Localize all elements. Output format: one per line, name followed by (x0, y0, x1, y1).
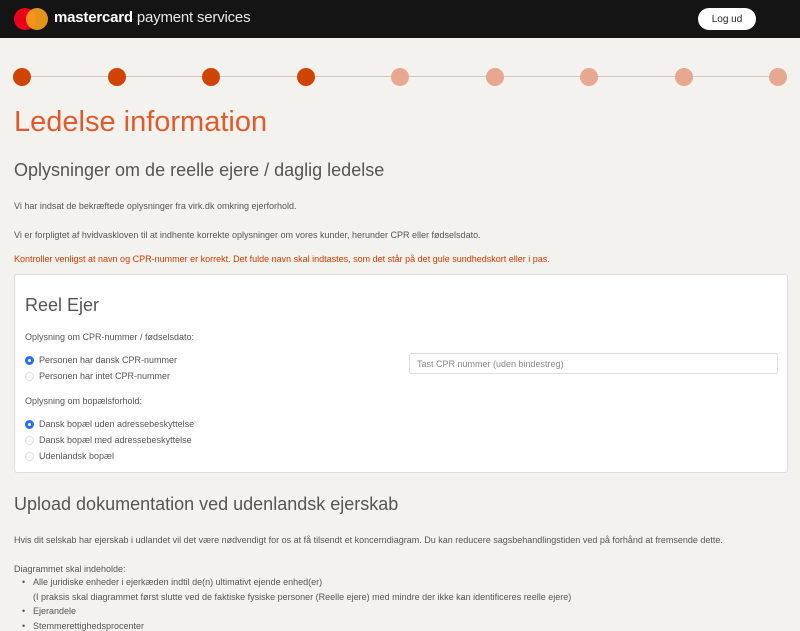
step-2-dot[interactable] (107, 68, 126, 86)
step-8-dot[interactable] (674, 68, 693, 86)
step-7-dot[interactable] (580, 68, 598, 86)
list-item-text: Stemmerettighedsprocenter (33, 621, 145, 631)
bullet-glyph: • (22, 606, 26, 616)
list-item: • Alle juridiske enheder i ejerkæden indt… (22, 577, 322, 587)
intro-text-2: Vi er forpligtet af hvidvaskloven til at… (14, 230, 481, 240)
radio-label: Personen har intet CPR-nummer (39, 371, 171, 381)
radio-button[interactable] (25, 371, 34, 381)
brand-light: payment services (132, 9, 251, 26)
page-title: Ledelse information (14, 106, 268, 138)
radio-intet-cpr[interactable]: Personen har intet CPR-nummer (25, 370, 170, 382)
radio-udenlandsk[interactable]: Udenlandsk bopæl (25, 450, 114, 462)
step-1-dot[interactable] (13, 68, 31, 86)
brand-name: mastercard payment services (54, 9, 251, 26)
bullet-glyph: • (22, 577, 26, 587)
radio-button[interactable] (25, 435, 34, 445)
intro-text-1: Vi har indsat de bekræftede oplysninger … (14, 201, 297, 211)
radio-button[interactable] (25, 451, 34, 461)
list-item: • Stemmerettighedsprocenter (22, 621, 144, 631)
step-4-dot[interactable] (296, 68, 315, 86)
owner-card-title: Reel Ejer (25, 295, 100, 315)
step-5-dot[interactable] (391, 68, 409, 86)
list-item-text: Ejerandele (33, 606, 77, 616)
radio-label: Dansk bopæl med adressebeskyttelse (39, 435, 192, 445)
step-9-dot[interactable] (769, 68, 787, 86)
upload-text: Hvis dit selskab har ejerskab i udlandet… (14, 535, 723, 545)
owner-card: Reel Ejer Oplysning om CPR-nummer / føds… (14, 274, 788, 473)
step-3-dot[interactable] (202, 68, 220, 86)
page-subtitle: Oplysninger om de reelle ejere / daglig … (14, 160, 385, 180)
radio-bopael-med[interactable]: Dansk bopæl med adressebeskyttelse (25, 434, 192, 446)
upload-title: Upload dokumentation ved udenlandsk ejer… (14, 494, 399, 514)
diagram-label: Diagrammet skal indeholde: (14, 564, 126, 574)
logout-button[interactable]: Log ud (698, 8, 756, 30)
cpr-input[interactable] (409, 353, 778, 374)
warning-text: Kontroller venligst at navn og CPR-numme… (14, 254, 550, 264)
radio-label: Udenlandsk bopæl (39, 451, 115, 461)
radio-button[interactable] (25, 355, 34, 365)
residence-label: Oplysning om bopælsforhold: (25, 396, 143, 406)
progress-stepper (13, 68, 787, 86)
radio-label: Personen har dansk CPR-nummer (39, 355, 178, 365)
top-bar: mastercard payment services Log ud (0, 0, 800, 38)
step-6-dot[interactable] (485, 68, 504, 86)
radio-button[interactable] (25, 419, 34, 429)
radio-label: Dansk bopæl uden adressebeskyttelse (39, 419, 195, 429)
mastercard-logo-icon (14, 8, 48, 30)
brand-bold: mastercard (54, 9, 133, 26)
cpr-label: Oplysning om CPR-nummer / fødselsdato: (25, 332, 195, 342)
list-item-note: (I praksis skal diagrammet først slutte … (33, 592, 572, 602)
list-item-text: Alle juridiske enheder i ejerkæden indti… (33, 577, 323, 587)
radio-bopael-uden[interactable]: Dansk bopæl uden adressebeskyttelse (25, 418, 194, 430)
radio-dansk-cpr[interactable]: Personen har dansk CPR-nummer (25, 354, 177, 366)
list-item: • Ejerandele (22, 606, 76, 616)
bullet-glyph: • (22, 621, 26, 631)
